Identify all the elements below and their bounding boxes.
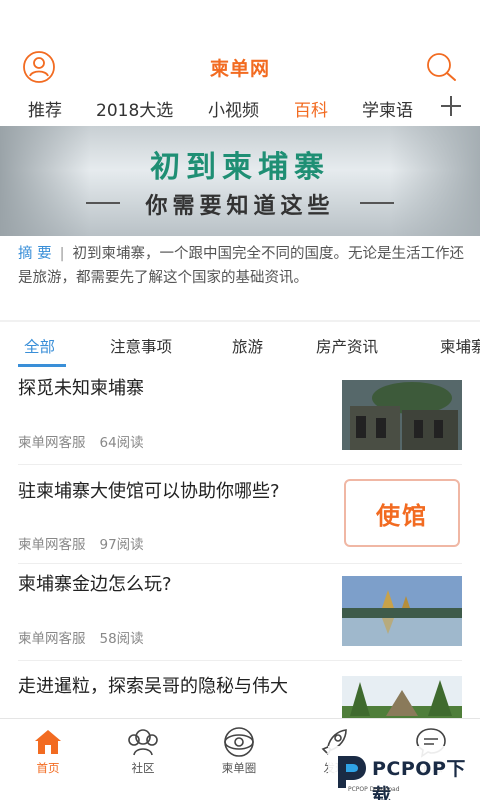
row-divider <box>18 464 462 465</box>
app-logo: 柬单网 <box>209 58 270 80</box>
sub-tabs: 全部 注意事项 旅游 房产资讯 柬埔寨 <box>0 326 480 368</box>
article-title: 柬埔寨金边怎么玩? <box>18 574 172 595</box>
banner-subtitle: 你需要知道这些 <box>145 194 335 219</box>
article-meta: 柬单网客服 97阅读 <box>18 533 144 553</box>
row-divider <box>18 563 462 564</box>
search-icon <box>427 53 456 81</box>
app-header: 柬单网 <box>0 44 480 88</box>
plus-icon <box>441 96 461 116</box>
nav-circle[interactable]: 柬单圈 <box>209 725 269 776</box>
embassy-badge-text: 使馆 <box>376 501 428 530</box>
article-thumbnail: 使馆 <box>344 479 460 547</box>
subtab-notes[interactable]: 注意事项 <box>110 335 172 357</box>
section-divider <box>0 320 480 322</box>
summary-label: 摘 要 <box>18 246 52 262</box>
article-thumbnail <box>342 576 462 646</box>
article-title: 走进暹粒，探索吴哥的隐秘与伟大 <box>18 676 288 697</box>
watermark-text: PCPOP下载 <box>372 758 466 800</box>
nav-label-community: 社区 <box>131 761 155 775</box>
tab-short-video[interactable]: 小视频 <box>208 96 259 121</box>
hero-banner[interactable]: 初到柬埔寨 你需要知道这些 <box>0 126 480 236</box>
category-tabs: 推荐 2018大选 小视频 百科 学柬语 <box>0 88 480 126</box>
article-thumbnail <box>342 380 462 450</box>
banner-title: 初到柬埔寨 <box>150 150 330 185</box>
article-reads: 58阅读 <box>99 631 144 647</box>
home-icon <box>35 730 61 754</box>
summary: 摘 要 | 初到柬埔寨，一个跟中国完全不同的国度。无论是生活工作还是旅游，都需要先了… <box>18 242 466 290</box>
summary-text: 初到柬埔寨，一个跟中国完全不同的国度。无论是生活工作还是旅游，都需要先了解这个国… <box>18 246 464 286</box>
circle-icon <box>224 727 254 757</box>
nav-label-home: 首页 <box>36 761 60 775</box>
article-meta: 柬单网客服 58阅读 <box>18 627 144 647</box>
row-divider <box>18 660 462 661</box>
article-author: 柬单网客服 <box>18 631 86 647</box>
article-title: 探觅未知柬埔寨 <box>18 378 144 399</box>
search-button[interactable] <box>424 50 458 84</box>
ruins-image <box>342 380 462 450</box>
watermark-subtext: PCPOP Download <box>348 786 400 793</box>
subtab-cambodia[interactable]: 柬埔寨 <box>440 335 480 357</box>
article-reads: 97阅读 <box>99 537 144 553</box>
status-bar <box>0 0 480 44</box>
tab-election-2018[interactable]: 2018大选 <box>96 96 173 121</box>
summary-separator: | <box>59 246 65 262</box>
tab-recommend[interactable]: 推荐 <box>28 96 62 121</box>
subtab-real-estate[interactable]: 房产资讯 <box>316 335 378 357</box>
nav-label-circle: 柬单圈 <box>221 761 257 775</box>
article-author: 柬单网客服 <box>18 435 86 451</box>
article-reads: 64阅读 <box>99 435 144 451</box>
tab-learn-khmer[interactable]: 学柬语 <box>362 96 413 121</box>
article-author: 柬单网客服 <box>18 537 86 553</box>
article-title: 驻柬埔寨大使馆可以协助你哪些? <box>18 481 280 502</box>
subtab-travel[interactable]: 旅游 <box>232 335 263 357</box>
active-tab-indicator <box>18 364 66 367</box>
banner-line-right <box>360 202 394 204</box>
watermark: PCPOP下载 PCPOP Download <box>328 746 480 800</box>
nav-community[interactable]: 社区 <box>113 725 173 776</box>
subtab-all[interactable]: 全部 <box>24 335 55 357</box>
article-meta: 柬单网客服 64阅读 <box>18 431 144 451</box>
community-icon <box>128 729 158 756</box>
add-tab-button[interactable] <box>438 90 464 120</box>
nav-home[interactable]: 首页 <box>18 725 78 776</box>
tab-encyclopedia[interactable]: 百科 <box>294 96 328 121</box>
riverside-image <box>342 576 462 646</box>
